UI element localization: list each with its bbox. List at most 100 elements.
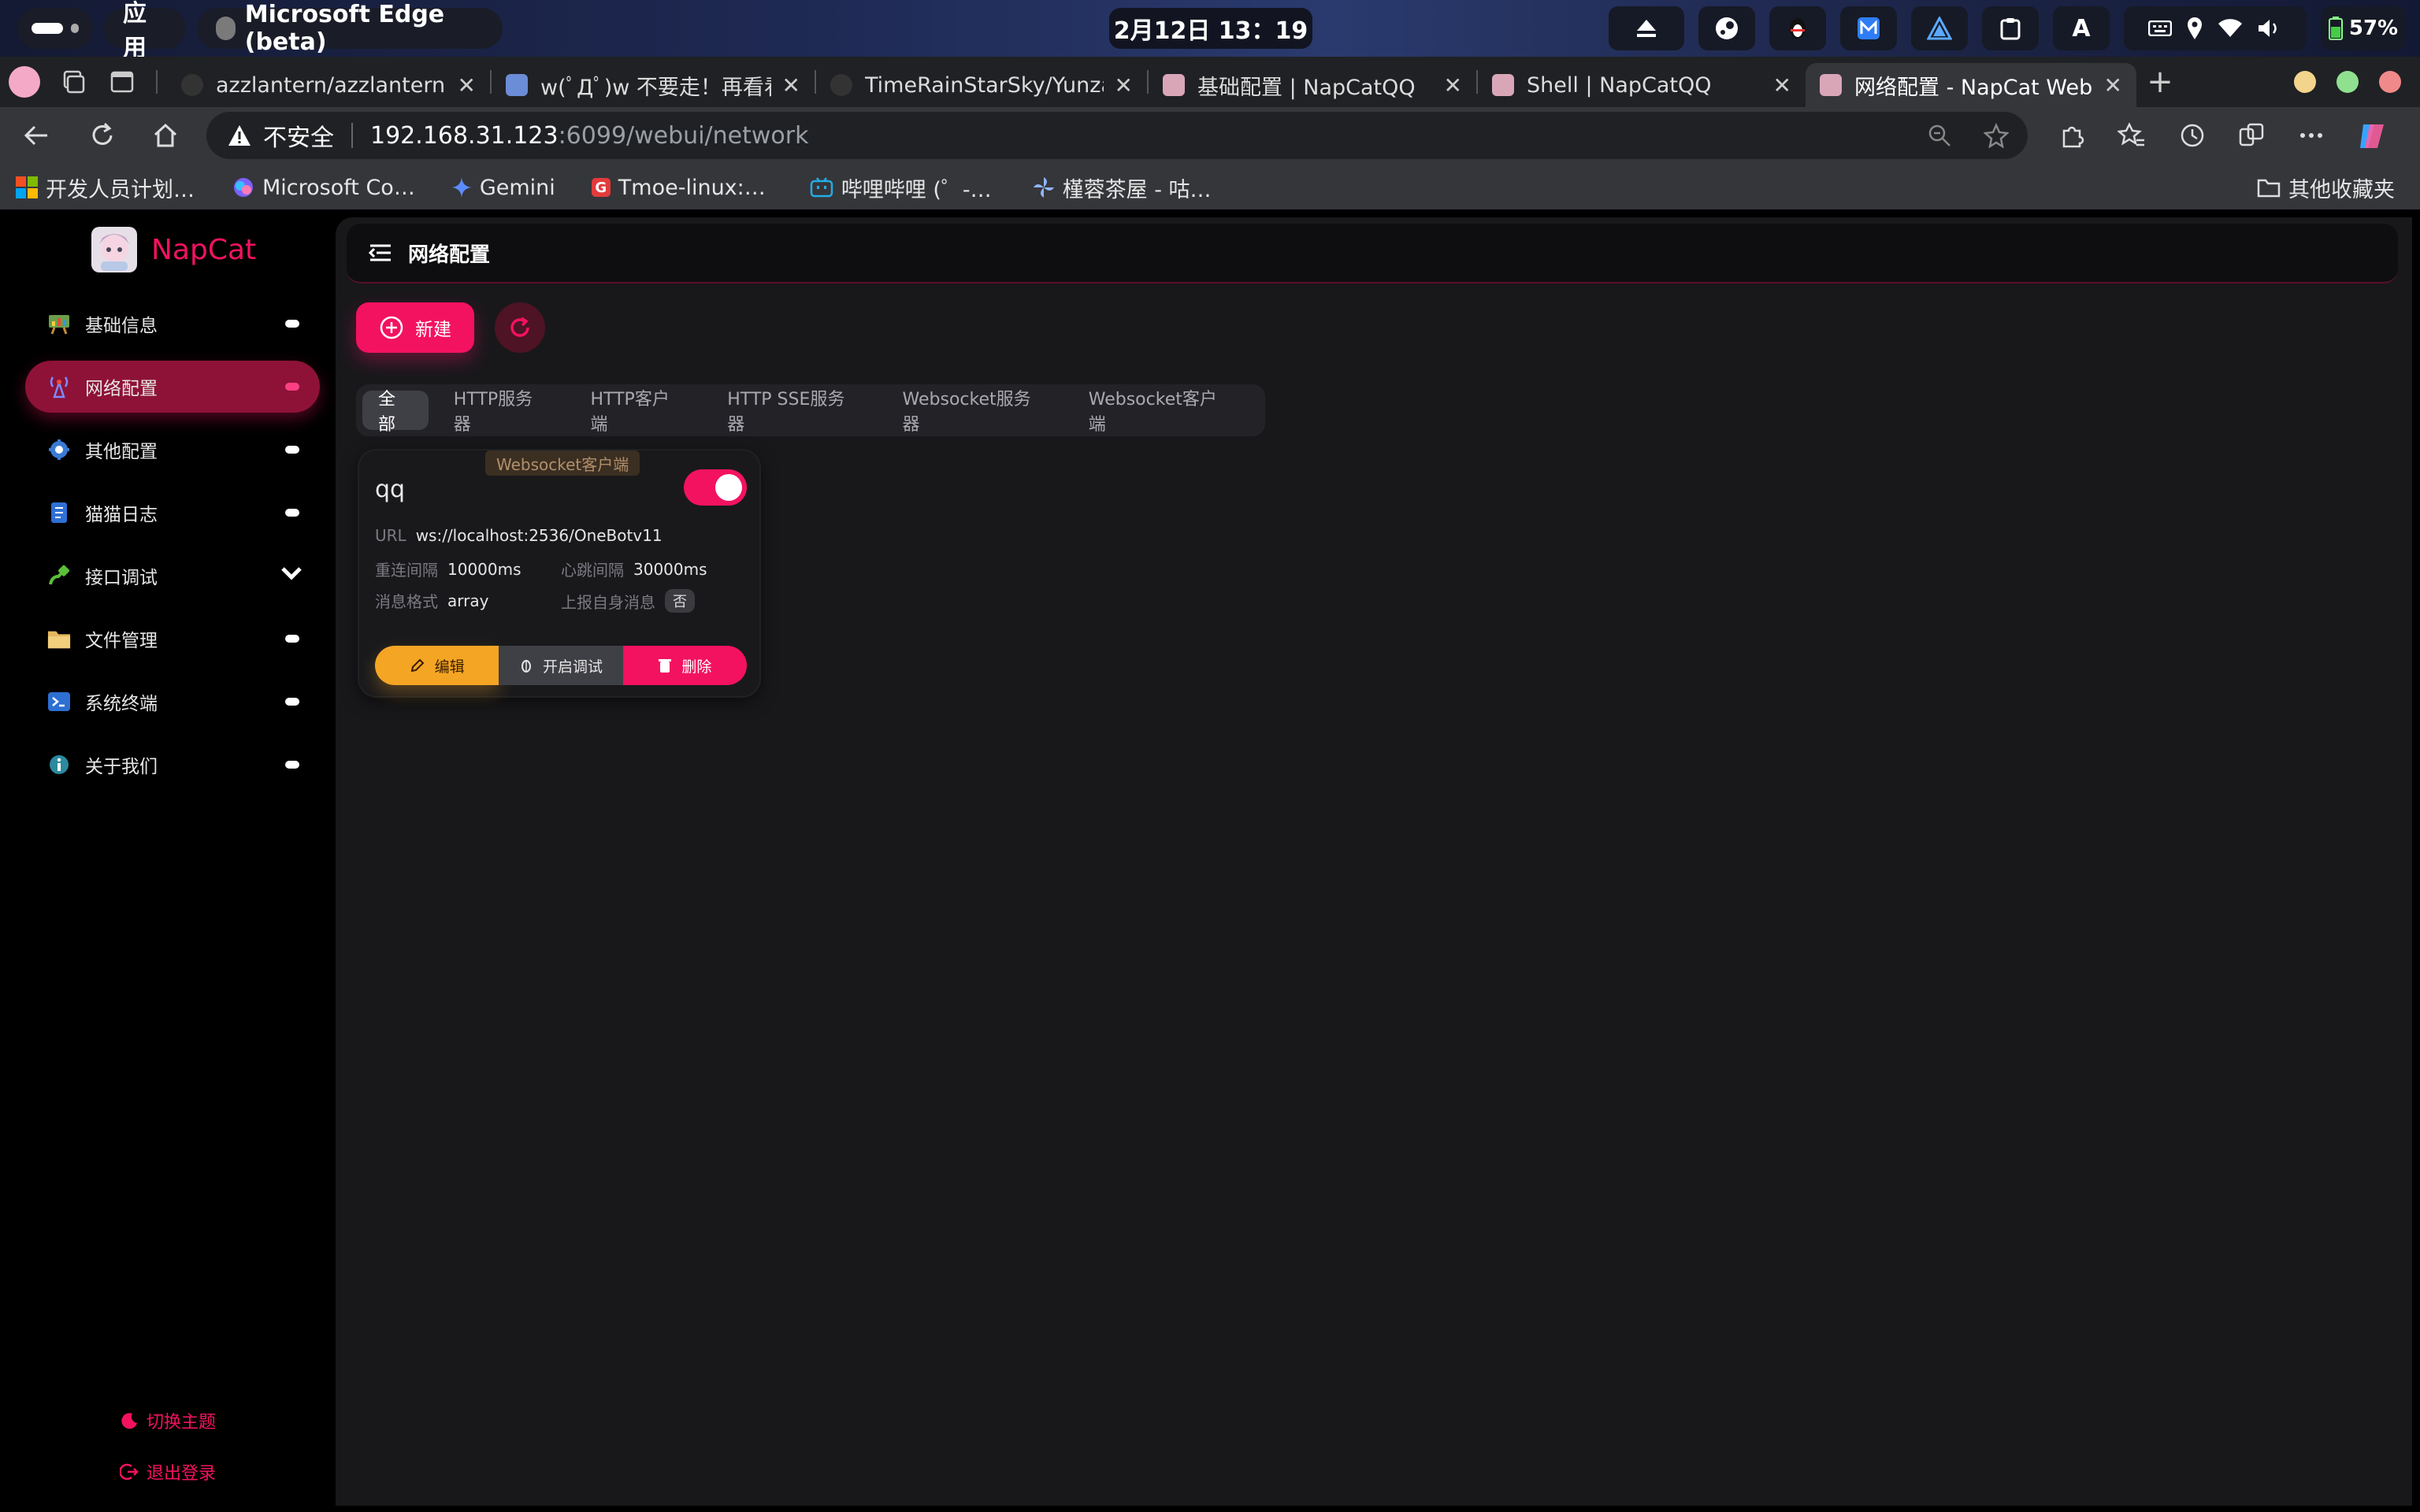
enable-toggle[interactable] [684, 469, 747, 506]
main-content: 网络配置 新建 全部 HTTP服务器 HTTP客户端 HTTP SSE服务器 W… [336, 217, 2412, 1506]
sidebar-item-api-debug[interactable]: 接口调试 [25, 550, 320, 602]
zoom-icon[interactable] [1927, 123, 1952, 148]
back-button[interactable] [22, 121, 50, 150]
sidebar-item-file-manager[interactable]: 文件管理 [25, 613, 320, 665]
close-icon[interactable]: ✕ [1773, 72, 1791, 98]
qq-penguin-icon[interactable] [1769, 6, 1826, 50]
tab-websocket-client[interactable]: Websocket客户端 [1073, 390, 1249, 435]
debug-button[interactable]: 开启调试 [499, 646, 623, 685]
more-menu-icon[interactable] [2297, 121, 2325, 150]
gemini-star-icon [451, 177, 472, 198]
close-icon[interactable]: ✕ [458, 72, 476, 98]
trash-icon [659, 659, 672, 673]
battery-text: 57% [2348, 17, 2399, 40]
bookmark-item[interactable]: Gemini [451, 176, 555, 200]
sidebar: NapCat 基础信息 网络配置 其他配置 猫猫日志 接口调试 文件管理 系统终… [6, 217, 336, 1506]
browser-tab-3[interactable]: TimeRainStarSky/Yunza ✕ [816, 63, 1147, 107]
extensions-icon[interactable] [2058, 121, 2086, 150]
brand[interactable]: NapCat [90, 225, 256, 274]
window-title-text: Microsoft Edge (beta) [244, 1, 445, 56]
url-value: ws://localhost:2536/OneBotv11 [415, 526, 663, 545]
theme-toggle-button[interactable]: 切换主题 [120, 1408, 216, 1433]
sidebar-item-network[interactable]: 网络配置 [25, 361, 320, 413]
collapse-sidebar-icon[interactable] [369, 243, 392, 263]
other-bookmarks-label: 其他收藏夹 [2288, 177, 2395, 202]
status-icons[interactable] [2124, 6, 2307, 50]
clock[interactable]: 2月12日 13：19 [1109, 8, 1312, 49]
address-bar[interactable]: 不安全 192.168.31.123 :6099/webui/network [206, 112, 2028, 159]
mail-icon[interactable] [1840, 6, 1897, 50]
tab-http-server[interactable]: HTTP服务器 [438, 390, 566, 435]
delete-label: 删除 [681, 658, 712, 676]
input-method-icon[interactable]: A [2053, 6, 2110, 50]
browser-tab-2[interactable]: w(ﾟДﾟ)w 不要走！再看看 ✕ [492, 63, 815, 107]
tab-websocket-server[interactable]: Websocket服务器 [887, 390, 1063, 435]
new-config-button[interactable]: 新建 [356, 302, 474, 353]
report-self-label: 上报自身消息 [561, 592, 655, 612]
refresh-button[interactable] [495, 302, 545, 353]
eject-icon[interactable] [1609, 6, 1684, 50]
tab-all[interactable]: 全部 [362, 390, 429, 435]
workspaces-button[interactable] [49, 70, 98, 94]
edit-label: 编辑 [434, 658, 465, 676]
close-icon[interactable]: ✕ [2104, 72, 2122, 98]
edit-button[interactable]: 编辑 [375, 646, 499, 685]
message-format-value: array [447, 591, 489, 610]
browser-tab-4[interactable]: 基础配置 | NapCatQQ ✕ [1149, 63, 1476, 107]
sidebar-item-other-config[interactable]: 其他配置 [25, 424, 320, 476]
browser-tab-5[interactable]: Shell | NapCatQQ ✕ [1478, 63, 1806, 107]
maximize-icon[interactable] [2336, 71, 2359, 93]
new-tab-button[interactable]: + [2136, 64, 2184, 100]
delete-button[interactable]: 删除 [622, 646, 747, 685]
minimize-icon[interactable] [2294, 71, 2316, 93]
close-window-icon[interactable] [2379, 71, 2401, 93]
profile-avatar[interactable] [0, 66, 49, 98]
steam-icon[interactable] [1698, 6, 1755, 50]
sidebar-item-logs[interactable]: 猫猫日志 [25, 487, 320, 539]
history-icon[interactable] [2177, 121, 2206, 150]
close-icon[interactable]: ✕ [1115, 72, 1133, 98]
browser-tab-active[interactable]: 网络配置 - NapCat Web ✕ [1806, 63, 2136, 107]
apps-button[interactable]: 应用 [104, 0, 186, 62]
bookmark-item[interactable]: Microsoft Co… [232, 176, 415, 200]
favorites-icon[interactable] [2118, 121, 2146, 150]
close-icon[interactable]: ✕ [782, 72, 800, 98]
active-window-title[interactable]: Microsoft Edge (beta) [197, 1, 503, 56]
sidebar-item-about[interactable]: 关于我们 [25, 739, 320, 791]
sidebar-item-label: 其他配置 [85, 442, 158, 462]
os-top-bar: 应用 Microsoft Edge (beta) 2月12日 13：19 A 5… [0, 0, 2420, 62]
copilot-icon[interactable] [2357, 121, 2387, 151]
github-icon [181, 74, 203, 96]
other-bookmarks[interactable]: 其他收藏夹 [2257, 172, 2395, 203]
bookmark-item[interactable]: 槿蓉茶屋 - 咕… [1033, 172, 1212, 203]
sidebar-item-terminal[interactable]: 系统终端 [25, 676, 320, 728]
logout-button[interactable]: 退出登录 [120, 1459, 216, 1484]
collections-icon[interactable] [2237, 121, 2266, 150]
browser-tab-1[interactable]: azzlantern/azzlantern.gi ✕ [167, 63, 490, 107]
bookmark-item[interactable]: G Tmoe-linux:… [591, 176, 766, 200]
bookmark-item[interactable]: 哔哩哔哩 (゜-… [810, 172, 992, 203]
tab-http-client[interactable]: HTTP客户端 [575, 390, 703, 435]
workspace-indicator[interactable] [17, 8, 93, 49]
tab-title: Shell | NapCatQQ [1527, 72, 1712, 98]
clipboard-icon[interactable] [1982, 6, 2039, 50]
window-controls [2294, 71, 2401, 93]
sidebar-item-basic-info[interactable]: 基础信息 [25, 298, 320, 350]
tab-http-sse-server[interactable]: HTTP SSE服务器 [711, 390, 877, 435]
battery-icon [2328, 17, 2343, 40]
browser-tab-bar: azzlantern/azzlantern.gi ✕ w(ﾟДﾟ)w 不要走！再… [0, 57, 2420, 107]
reload-button[interactable] [88, 121, 117, 150]
message-format-row: 消息格式 array [375, 589, 488, 612]
chevron-down-icon[interactable] [280, 565, 302, 581]
close-icon[interactable]: ✕ [1444, 72, 1462, 98]
bookmark-item[interactable]: 开发人员计划… [16, 172, 195, 203]
home-button[interactable] [151, 121, 180, 150]
vertical-tabs-button[interactable] [98, 71, 147, 93]
sidebar-item-label: 文件管理 [85, 631, 158, 651]
security-label[interactable]: 不安全 [263, 118, 334, 153]
sidebar-item-indicator [285, 635, 299, 643]
vpn-icon[interactable] [1911, 6, 1968, 50]
url-host: 192.168.31.123 [370, 121, 559, 150]
favorite-star-icon[interactable] [1984, 123, 2009, 148]
battery-indicator[interactable]: 57% [2321, 6, 2406, 50]
